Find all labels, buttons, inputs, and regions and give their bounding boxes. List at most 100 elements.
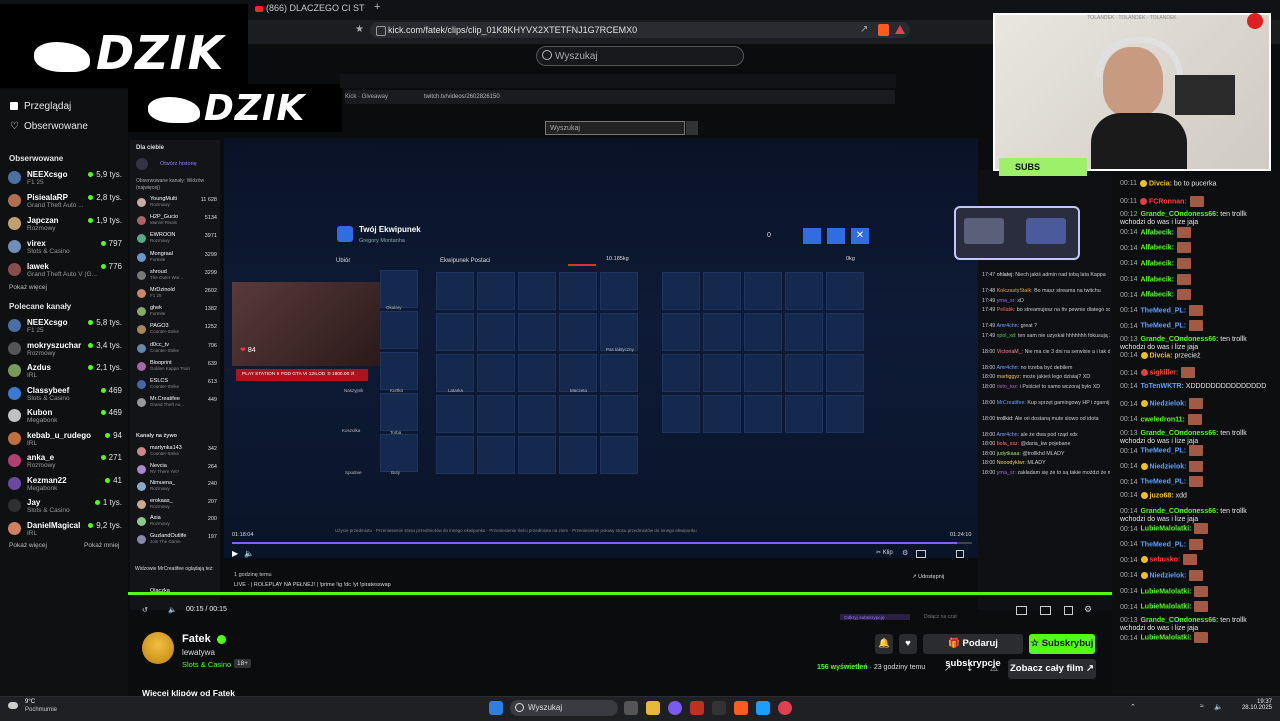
chat-username[interactable]: Grande_COndoness66: [1141, 617, 1219, 624]
chat-username[interactable]: TheMeed_PL: [1141, 323, 1187, 330]
sidebar-item-browse[interactable]: Przeglądaj [10, 101, 71, 112]
chat-username[interactable]: Alfabecik: [1141, 245, 1174, 252]
chat-username[interactable]: Grande_COndoness66: [1141, 211, 1219, 218]
volume-icon[interactable]: 🔈 [1214, 703, 1223, 711]
clip-category[interactable]: Slots & Casino [182, 660, 231, 669]
recommended-channel-item[interactable]: kebab_u_rudego IRL 94 [8, 429, 122, 449]
new-tab-button[interactable]: + [374, 1, 384, 15]
clip-play-icon[interactable]: ↺ [142, 606, 148, 614]
bookmark-icon[interactable]: ★ [355, 24, 364, 35]
steam-icon[interactable] [756, 701, 770, 715]
recommended-channel-item[interactable]: Azdus IRL 2,1 tys. [8, 361, 122, 381]
app-icon-3[interactable] [778, 701, 792, 715]
recommended-channel-item[interactable]: NEEXcsgo F1 25 5,8 tys. [8, 316, 122, 336]
fullscreen-icon[interactable] [956, 550, 964, 558]
theatre-icon[interactable] [1016, 606, 1027, 615]
chat-username[interactable]: ToTenWKTR: [1141, 383, 1184, 390]
followed-channel-item[interactable]: lawek Grand Theft Auto V (G... 776 [8, 260, 122, 280]
chat-username[interactable]: TheMeed_PL: [1141, 541, 1187, 548]
show-more-recommended[interactable]: Pokaż więcej [9, 542, 47, 549]
chat-username[interactable]: Alfabecik: [1141, 292, 1174, 299]
chat-username[interactable]: Grande_COndoness66: [1141, 430, 1219, 437]
clip-progress-bar[interactable] [128, 592, 1112, 595]
share-button[interactable]: ↗ Udostępnij [912, 574, 944, 580]
show-less-recommended[interactable]: Pokaż mniej [84, 542, 119, 549]
recommended-channel-item[interactable]: Kezman22 Megabonk 41 [8, 474, 122, 494]
settings-icon[interactable]: ⚙ [1084, 604, 1092, 615]
address-bar[interactable]: kick.com/fatek/clips/clip_01K8KHYVX2XTET… [370, 22, 910, 38]
app-icon-2[interactable] [712, 701, 726, 715]
chat-username[interactable]: Grande_COndoness66: [1141, 336, 1219, 343]
chat-username[interactable]: Alfabecik: [1141, 260, 1174, 267]
clip-volume-icon[interactable]: 🔈 [168, 606, 177, 614]
chat-username[interactable]: TheMeed_PL: [1141, 448, 1187, 455]
chat-username[interactable]: LubieMalolatki: [1141, 604, 1192, 611]
chat-username[interactable]: LubieMalolatki: [1141, 588, 1192, 595]
fullscreen-icon[interactable] [1064, 606, 1073, 615]
theatre-icon[interactable] [916, 550, 926, 558]
chat-username[interactable]: Alfabecik: [1141, 276, 1174, 283]
clip-button[interactable]: ✂ Klip [876, 549, 893, 556]
chat-username[interactable]: sigkiller: [1150, 370, 1179, 377]
video-seekbar[interactable] [232, 542, 972, 544]
chat-username[interactable]: Divcia: [1150, 352, 1173, 359]
channel-avatar[interactable] [142, 632, 174, 664]
discord-icon[interactable] [668, 701, 682, 715]
wifi-icon[interactable]: ≈ [1200, 703, 1204, 710]
chat-username[interactable]: Grande_COndoness66: [1141, 508, 1219, 515]
followed-channel-item[interactable]: virex Slots & Casino 797 [8, 237, 122, 257]
rewards-icon[interactable] [895, 25, 905, 34]
recommended-channel-item[interactable]: Classybeef Slots & Casino 469 [8, 384, 122, 404]
settings-icon[interactable]: ⚙ [902, 549, 908, 557]
share-icon[interactable]: ↗ [860, 24, 868, 35]
app-icon[interactable] [690, 701, 704, 715]
sidebar-item-followed[interactable]: ♡ Obserwowane [10, 121, 88, 132]
recommended-channel-item[interactable]: anka_e Rozmowy 271 [8, 451, 122, 471]
follow-heart-icon[interactable]: ♥ [899, 634, 917, 654]
recommended-channel-item[interactable]: DanielMagical IRL 9,2 tys. [8, 519, 122, 539]
taskbar-search[interactable]: Wyszukaj [510, 700, 618, 716]
chat-username[interactable]: Divcia: [1149, 180, 1172, 187]
chat-username[interactable]: Alfabecik: [1141, 229, 1174, 236]
chat-username[interactable]: FCRonnan: [1149, 198, 1187, 205]
chat-username[interactable]: LubieMalolatki: [1141, 526, 1192, 533]
task-view-icon[interactable] [624, 701, 638, 715]
subscribe-button[interactable]: ☆ Subskrybuj [1029, 634, 1095, 654]
chat-username[interactable]: Niedzielok: [1150, 463, 1187, 470]
notification-bell-icon[interactable]: 🔔 [875, 634, 893, 654]
watch-full-button[interactable]: Zobacz cały film ↗ [1008, 659, 1096, 679]
clock[interactable]: 19:37 28.10.2025 [1238, 699, 1272, 711]
chat-username[interactable]: cweledron11: [1141, 416, 1185, 423]
followed-channel-item[interactable]: NEEXcsgo F1 25 5,9 tys. [8, 168, 122, 188]
recommended-channel-item[interactable]: mokryszuchar Rozmowy 3,4 tys. [8, 339, 122, 359]
chat-username[interactable]: LubieMalolatki: [1141, 635, 1192, 642]
recommended-channel-item[interactable]: Kubon Megabonk 469 [8, 406, 122, 426]
report-icon[interactable]: ⚠ [990, 663, 998, 674]
brave-icon[interactable] [734, 701, 748, 715]
download-icon[interactable]: ↧ [966, 663, 974, 674]
chat-username[interactable]: Niedzielok: [1150, 401, 1187, 408]
file-explorer-icon[interactable] [646, 701, 660, 715]
chat-username[interactable]: Niedzielok: [1150, 572, 1187, 579]
volume-icon[interactable]: 🔈 [244, 549, 254, 558]
pip-icon[interactable] [1040, 606, 1051, 615]
channel-name[interactable]: Fatek [182, 633, 226, 645]
weather-widget[interactable]: 9°C Pochmurnie [8, 698, 68, 716]
chevron-up-icon[interactable]: ⌃ [1130, 703, 1136, 711]
play-icon[interactable]: ▶ [232, 549, 238, 558]
search-input[interactable]: Wyszukaj [536, 46, 744, 66]
gift-subs-button[interactable]: 🎁 Podaruj subskrypcje [923, 634, 1023, 669]
recommended-channel-item[interactable]: Jay Slots & Casino 1 tys. [8, 496, 122, 516]
show-more-followed[interactable]: Pokaż więcej [9, 284, 47, 291]
chat-username[interactable]: TheMeed_PL: [1141, 479, 1187, 486]
chat-username[interactable]: juzo68: [1150, 492, 1174, 499]
brave-shield-icon[interactable] [878, 24, 889, 36]
followed-channel-item[interactable]: PisiealaRP Grand Theft Auto ... 2,8 tys. [8, 191, 122, 211]
followed-channel-item[interactable]: Japczan Rozmowy 1,9 tys. [8, 214, 122, 234]
chat-username[interactable]: sebusko: [1150, 557, 1181, 564]
windows-start-icon[interactable] [489, 701, 503, 715]
tab-youtube[interactable]: (866) DLACZEGO CI STOI? - YouT [255, 3, 365, 17]
share-icon[interactable]: ↗ [944, 663, 952, 674]
site-info-icon[interactable] [376, 26, 386, 36]
chat-username[interactable]: TheMeed_PL: [1141, 307, 1187, 314]
